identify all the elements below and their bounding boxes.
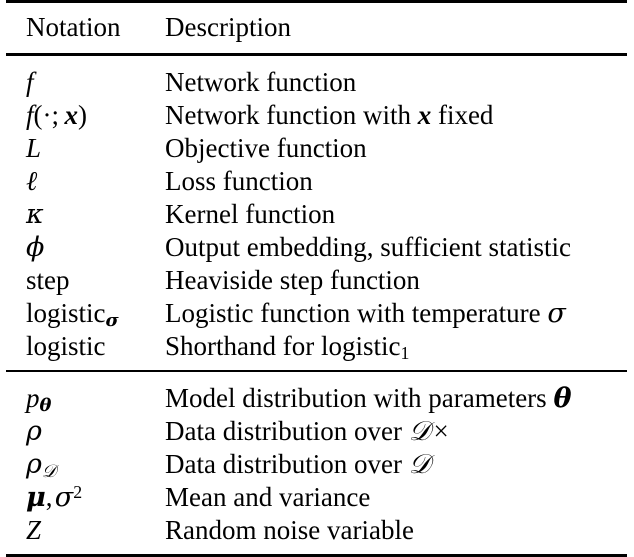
table-row: L Objective function <box>6 132 627 165</box>
table-row: f Network function <box>6 55 627 100</box>
description-cell-step: Heaviside step function <box>163 264 627 297</box>
notation-cell-rho-x: ρ𝒟 <box>6 448 163 481</box>
column-header-notation: Notation <box>6 2 163 55</box>
description-cell-p-theta: Model distribution with parameters θ <box>163 371 627 415</box>
description-cell-logistic-sigma: Logistic function with temperature σ <box>163 297 627 330</box>
notation-cell-ell: ℓ <box>6 165 163 198</box>
notation-cell-L: L <box>6 132 163 165</box>
table-row: ρ Data distribution over 𝒟 × 𝒠 <box>6 415 627 448</box>
description-text: Kernel function <box>165 199 335 229</box>
notation-cell-kappa: κ <box>6 198 163 231</box>
superscript-two: 2 <box>73 482 82 502</box>
table-body-functions: f Network function f(·; x) Network funct… <box>6 55 627 372</box>
description-text: Network function <box>165 67 356 97</box>
description-cell-mu-sigma: Mean and variance <box>163 481 627 514</box>
table-header: Notation Description <box>6 2 627 55</box>
subscript-script-x: 𝒟 <box>42 461 56 482</box>
table-row: Z Random noise variable <box>6 514 627 556</box>
symbol-Z: Z <box>26 515 41 545</box>
description-text: Model distribution with parameters <box>165 383 547 413</box>
symbol-rho: ρ <box>26 449 42 480</box>
notation-cell-p-theta: pθ <box>6 371 163 415</box>
symbol-script-x: 𝒟 <box>409 449 431 480</box>
description-cell-kappa: Kernel function <box>163 198 627 231</box>
symbol-mu-bold: μ <box>26 482 46 513</box>
notation-table-figure: Notation Description f Network function … <box>0 0 634 548</box>
times-symbol: × <box>430 416 452 446</box>
table-row: μ, σ2 Mean and variance <box>6 481 627 514</box>
description-text: Data distribution over <box>165 449 402 479</box>
table-row: κ Kernel function <box>6 198 627 231</box>
table-row: step Heaviside step function <box>6 264 627 297</box>
description-cell-phi: Output embedding, sufficient statistic <box>163 231 627 264</box>
notation-cell-logistic-sigma: logisticσ <box>6 297 163 330</box>
description-text: Logistic function with temperature <box>165 298 541 328</box>
notation-cell-rho: ρ <box>6 415 163 448</box>
symbol-logistic: logistic <box>26 331 106 361</box>
symbol-f: f <box>26 67 34 97</box>
comma-symbol: , <box>46 482 53 512</box>
symbol-sigma: σ <box>547 298 565 329</box>
description-cell-f-x-fixed: Network function with x fixed <box>163 99 627 132</box>
symbol-x-bold: x <box>64 100 78 130</box>
notation-cell-mu-sigma: μ, σ2 <box>6 481 163 514</box>
table-row: ρ𝒟 Data distribution over 𝒟 <box>6 448 627 481</box>
description-text-tail: fixed <box>438 100 493 130</box>
description-text: Heaviside step function <box>165 265 420 295</box>
column-header-description: Description <box>163 2 627 55</box>
symbol-p: p <box>26 383 40 413</box>
description-text: Network function with <box>165 100 411 130</box>
symbol-rho: ρ <box>26 416 42 447</box>
description-text: Mean and variance <box>165 482 370 512</box>
notation-cell-f: f <box>6 55 163 100</box>
table-row: logisticσ Logistic function with tempera… <box>6 297 627 330</box>
symbol-x-bold: x <box>418 100 432 130</box>
table-row: pθ Model distribution with parameters θ <box>6 371 627 415</box>
semicolon-symbol: ; <box>52 100 60 130</box>
symbol-f: f <box>26 100 34 130</box>
table-row: ϕ Output embedding, sufficient statistic <box>6 231 627 264</box>
description-cell-f: Network function <box>163 55 627 100</box>
description-text: Shorthand for <box>165 331 314 361</box>
symbol-ell: ℓ <box>26 166 37 196</box>
symbol-phi: ϕ <box>26 232 44 263</box>
paren-close: ) <box>78 100 87 130</box>
symbol-logistic: logistic <box>26 298 106 328</box>
symbol-script-x: 𝒟 <box>409 416 431 447</box>
table-row: ℓ Loss function <box>6 165 627 198</box>
description-cell-ell: Loss function <box>163 165 627 198</box>
notation-cell-f-x-fixed: f(·; x) <box>6 99 163 132</box>
symbol-logistic: logistic <box>321 331 401 361</box>
subscript-sigma: σ <box>106 310 119 331</box>
description-text: Loss function <box>165 166 313 196</box>
description-text: Objective function <box>165 133 367 163</box>
paren-open: ( <box>34 100 43 130</box>
notation-cell-logistic: logistic <box>6 330 163 371</box>
table-row: f(·; x) Network function with x fixed <box>6 99 627 132</box>
description-text: Data distribution over <box>165 416 402 446</box>
symbol-sigma: σ <box>55 482 73 513</box>
description-cell-L: Objective function <box>163 132 627 165</box>
description-cell-rho: Data distribution over 𝒟 × 𝒠 <box>163 415 627 448</box>
notation-cell-Z: Z <box>6 514 163 556</box>
header-row: Notation Description <box>6 2 627 55</box>
description-cell-logistic: Shorthand for logistic1 <box>163 330 627 371</box>
table-body-distributions: pθ Model distribution with parameters θ … <box>6 371 627 556</box>
symbol-step: step <box>26 265 70 295</box>
symbol-L: L <box>26 133 41 163</box>
subscript-one: 1 <box>400 343 409 363</box>
notation-cell-phi: ϕ <box>6 231 163 264</box>
symbol-theta-bold: θ <box>553 383 571 414</box>
subscript-theta: θ <box>40 394 52 415</box>
description-cell-rho-x: Data distribution over 𝒟 <box>163 448 627 481</box>
cdot-symbol: · <box>43 100 52 130</box>
notation-table: Notation Description f Network function … <box>6 0 627 557</box>
description-text: Output embedding, sufficient statistic <box>165 232 571 262</box>
notation-cell-step: step <box>6 264 163 297</box>
table-row: logistic Shorthand for logistic1 <box>6 330 627 371</box>
symbol-kappa: κ <box>26 199 44 230</box>
description-text: Random noise variable <box>165 515 414 545</box>
description-cell-Z: Random noise variable <box>163 514 627 556</box>
